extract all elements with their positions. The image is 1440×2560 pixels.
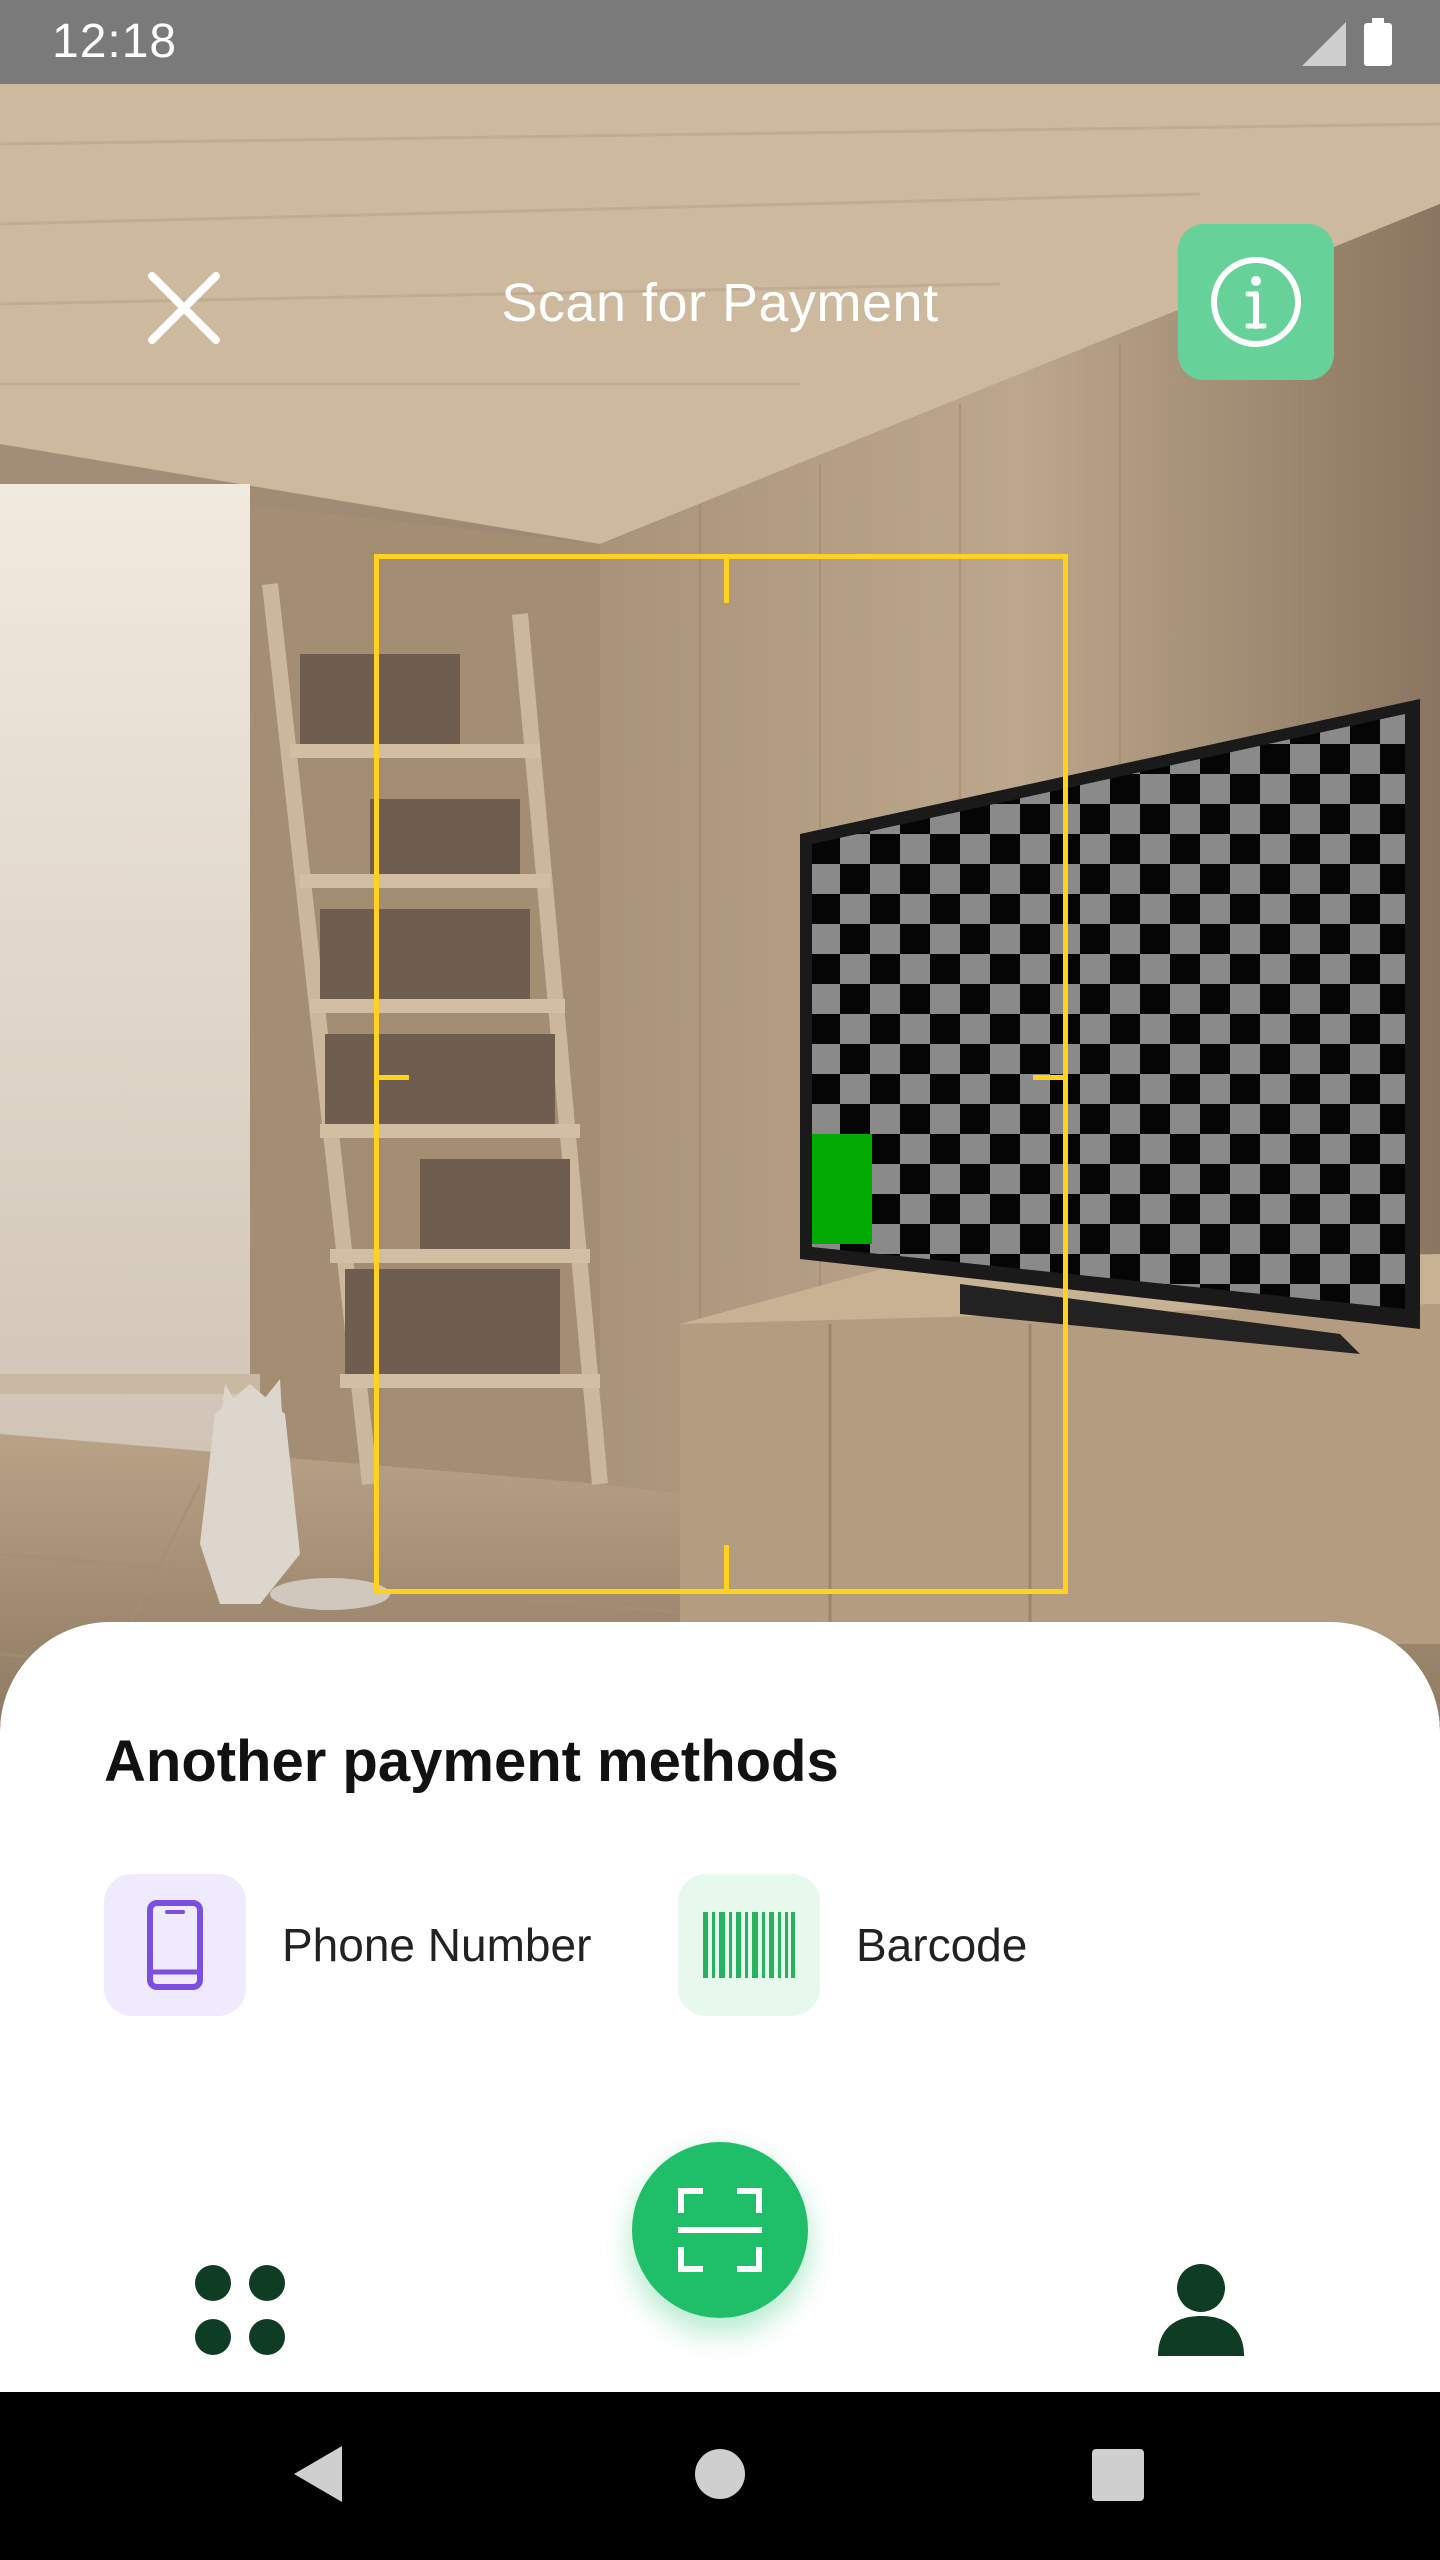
system-navigation-bar xyxy=(0,2392,1440,2560)
home-icon xyxy=(695,2449,745,2499)
scan-icon xyxy=(678,2188,762,2272)
scan-frame-tick xyxy=(724,1545,729,1589)
recents-icon xyxy=(1092,2449,1144,2501)
signal-icon xyxy=(1302,22,1346,66)
barcode-method[interactable]: Barcode xyxy=(678,1874,1027,2016)
recents-button[interactable] xyxy=(1090,2444,1146,2509)
status-time: 12:18 xyxy=(52,15,178,68)
barcode-icon xyxy=(703,1912,795,1978)
scan-frame xyxy=(374,554,1068,1594)
scan-frame-tick xyxy=(724,559,729,603)
barcode-icon-tile xyxy=(678,1874,820,2016)
phone-number-label: Phone Number xyxy=(282,1919,592,1971)
sheet-title: Another payment methods xyxy=(104,1729,839,1794)
info-icon xyxy=(1211,257,1301,347)
barcode-label: Barcode xyxy=(856,1919,1028,1971)
back-icon xyxy=(294,2446,342,2502)
phone-icon-tile xyxy=(104,1874,246,2016)
apps-grid-icon xyxy=(195,2265,285,2355)
scan-button[interactable] xyxy=(632,2142,808,2318)
status-icons xyxy=(1302,18,1392,66)
scan-frame-tick xyxy=(1033,1075,1063,1080)
info-button[interactable] xyxy=(1178,224,1334,380)
phone-number-method[interactable]: Phone Number xyxy=(104,1874,591,2016)
phone-icon xyxy=(147,1900,203,1990)
apps-grid-button[interactable] xyxy=(192,2262,288,2358)
profile-button[interactable] xyxy=(1156,2262,1246,2358)
battery-icon xyxy=(1364,18,1392,66)
scan-frame-tick xyxy=(379,1075,409,1080)
back-button[interactable] xyxy=(290,2444,346,2509)
profile-icon xyxy=(1158,2264,1244,2356)
status-bar: 12:18 xyxy=(0,0,1440,84)
home-button[interactable] xyxy=(694,2444,746,2509)
